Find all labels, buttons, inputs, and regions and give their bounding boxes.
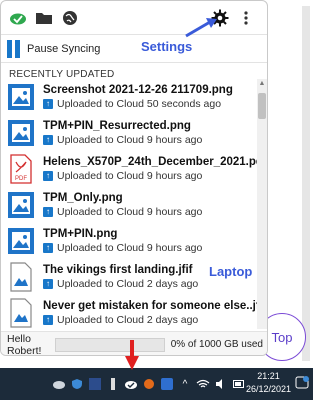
file-name[interactable]: TPM_Only.png — [43, 192, 202, 204]
pause-syncing-label: Pause Syncing — [27, 42, 101, 55]
file-name[interactable]: TPM+PIN.png — [43, 228, 202, 240]
laptop-annotation: Laptop — [209, 264, 253, 279]
file-name[interactable]: The vikings first landing.jfif — [43, 264, 198, 276]
battery-icon[interactable] — [232, 377, 246, 391]
greeting: Hello Robert! — [7, 332, 42, 356]
annotation-arrow-icon — [185, 18, 217, 38]
notification-icon[interactable] — [295, 376, 309, 390]
clock-time: 21:21 — [257, 371, 280, 381]
popup-header — [1, 1, 267, 35]
file-status: ↑ Uploaded to Cloud 9 hours ago — [43, 170, 267, 182]
storage-bar — [54, 337, 165, 352]
upload-icon: ↑ — [43, 315, 53, 325]
list-scrollbar[interactable]: ▲ — [257, 79, 267, 329]
app-icon[interactable] — [88, 377, 102, 391]
file-name[interactable]: Screenshot 2021-12-26 211709.png — [43, 84, 233, 96]
image-file-icon — [7, 118, 35, 148]
list-item[interactable]: TPM_Only.png ↑ Uploaded to Cloud 9 hours a… — [1, 187, 267, 223]
file-status: ↑ Uploaded to Cloud 9 hours ago — [43, 206, 202, 218]
background-scrollbar[interactable] — [302, 6, 310, 361]
list-item[interactable]: Never get mistaken for someone else..jfi… — [1, 295, 267, 329]
upload-icon: ↑ — [43, 243, 53, 253]
orange-app-icon[interactable] — [142, 377, 156, 391]
status-text: Uploaded to Cloud 2 days ago — [57, 278, 199, 290]
list-item[interactable]: TPM+PIN.png ↑ Uploaded to Cloud 9 hours ag… — [1, 223, 267, 259]
status-text: Uploaded to Cloud 9 hours ago — [57, 134, 203, 146]
upload-icon: ↑ — [43, 207, 53, 217]
file-icon — [7, 262, 35, 292]
clock[interactable]: 21:21 26/12/2021 — [246, 370, 291, 396]
globe-icon[interactable] — [59, 7, 81, 29]
pdf-badge: PDF — [15, 176, 27, 182]
cloud-check-icon[interactable] — [7, 7, 29, 29]
sync-cloud-tray-icon[interactable] — [124, 377, 138, 391]
list-item[interactable]: PDF Helens_X570P_24th_December_2021.pdf ↑ U… — [1, 151, 267, 187]
pause-icon — [7, 39, 21, 58]
upload-icon: ↑ — [43, 135, 53, 145]
onedrive-cloud-icon[interactable] — [52, 377, 66, 391]
file-name[interactable]: TPM+PIN_Resurrected.png — [43, 120, 202, 132]
list-item[interactable]: TPM+PIN_Resurrected.png ↑ Uploaded to Clou… — [1, 115, 267, 151]
file-name[interactable]: Never get mistaken for someone else..jfi… — [43, 300, 267, 312]
status-text: Uploaded to Cloud 9 hours ago — [57, 170, 203, 182]
file-status: ↑ Uploaded to Cloud 2 days ago — [43, 278, 198, 290]
red-arrow-icon — [125, 340, 139, 370]
status-text: Uploaded to Cloud 2 days ago — [57, 314, 199, 326]
image-file-icon — [7, 226, 35, 256]
file-status: ↑ Uploaded to Cloud 9 hours ago — [43, 242, 202, 254]
usb-icon[interactable] — [106, 377, 120, 391]
file-icon — [7, 298, 35, 328]
image-file-icon — [7, 82, 35, 112]
chevron-up-icon[interactable]: ^ — [178, 377, 192, 391]
upload-icon: ↑ — [43, 279, 53, 289]
status-text: Uploaded to Cloud 9 hours ago — [57, 242, 203, 254]
more-vertical-icon[interactable] — [235, 7, 257, 29]
wifi-icon[interactable] — [196, 377, 210, 391]
list-item[interactable]: Screenshot 2021-12-26 211709.png ↑ Uploade… — [1, 79, 267, 115]
status-text: Uploaded to Cloud 50 seconds ago — [57, 98, 222, 110]
status-text: Uploaded to Cloud 9 hours ago — [57, 206, 203, 218]
file-status: ↑ Uploaded to Cloud 50 seconds ago — [43, 98, 233, 110]
volume-icon[interactable] — [214, 377, 228, 391]
clock-date: 26/12/2021 — [245, 384, 291, 394]
folder-icon[interactable] — [33, 7, 55, 29]
sync-popup: Pause Syncing Settings RECENTLY UPDATED … — [0, 0, 268, 356]
settings-annotation: Settings — [141, 39, 193, 54]
bluetooth-icon[interactable] — [160, 377, 174, 391]
pdf-file-icon: PDF — [7, 154, 35, 184]
taskbar: ^ 21:21 26/12/2021 — [0, 368, 313, 400]
file-status: ↑ Uploaded to Cloud 9 hours ago — [43, 134, 202, 146]
recent-files-list: Screenshot 2021-12-26 211709.png ↑ Uploade… — [1, 79, 267, 329]
pause-syncing-button[interactable]: Pause Syncing Settings — [1, 35, 267, 63]
upload-icon: ↑ — [43, 171, 53, 181]
shield-icon[interactable] — [70, 377, 84, 391]
file-name[interactable]: Helens_X570P_24th_December_2021.pdf — [43, 156, 267, 168]
image-file-icon — [7, 190, 35, 220]
storage-text: 0% of 1000 GB used — [170, 339, 263, 350]
scroll-thumb[interactable] — [258, 93, 266, 119]
file-status: ↑ Uploaded to Cloud 2 days ago — [43, 314, 267, 326]
scroll-up-icon[interactable]: ▲ — [257, 79, 267, 89]
upload-icon: ↑ — [43, 99, 53, 109]
